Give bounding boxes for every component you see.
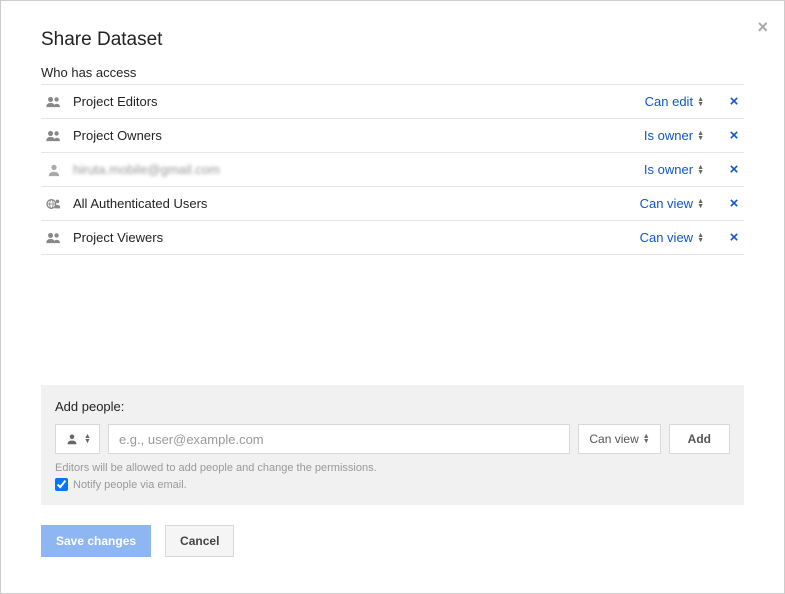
notify-label: Notify people via email. [73,479,187,491]
permission-label: Can view [640,196,693,211]
access-section-label: Who has access [41,65,744,80]
access-row: Project EditorsCan edit ▲▼ × [41,85,744,119]
sort-icon: ▲▼ [84,434,91,444]
sort-icon: ▲▼ [697,199,704,209]
add-people-label: Add people: [55,399,730,414]
entity-type-selector[interactable]: ▲▼ [55,424,100,454]
email-input[interactable] [108,424,570,454]
person-icon [64,433,80,445]
remove-icon[interactable]: × [728,229,740,246]
share-dialog: × Share Dataset Who has access Project E… [1,1,784,577]
permission-selector[interactable]: Can view ▲▼ [640,196,704,211]
access-row: Project ViewersCan view ▲▼ × [41,221,744,255]
remove-icon[interactable]: × [728,161,740,178]
access-row: Project OwnersIs owner ▲▼ × [41,119,744,153]
access-row: All Authenticated UsersCan view ▲▼ × [41,187,744,221]
cancel-button[interactable]: Cancel [165,525,234,557]
sort-icon: ▲▼ [697,131,704,141]
add-people-row: ▲▼ Can view ▲▼ Add [55,424,730,454]
person-icon [45,163,63,177]
permission-label: Can view [640,230,693,245]
access-list: Project EditorsCan edit▲▼×Project Owners… [41,84,744,255]
save-button[interactable]: Save changes [41,525,151,557]
notify-row: Notify people via email. [55,478,730,491]
remove-icon[interactable]: × [728,195,740,212]
close-icon[interactable]: × [757,17,768,38]
permission-label: Is owner [644,162,693,177]
globe-icon [45,197,63,211]
notify-checkbox[interactable] [55,478,68,491]
access-name: All Authenticated Users [73,196,640,211]
sort-icon: ▲▼ [697,233,704,243]
permission-selector[interactable]: Can view ▲▼ [640,230,704,245]
add-button[interactable]: Add [669,424,730,454]
access-name: hiruta.mobile@gmail.com [73,162,644,177]
permission-dropdown[interactable]: Can view ▲▼ [578,424,660,454]
permission-label: Is owner [644,128,693,143]
sort-icon: ▲▼ [697,165,704,175]
access-name: Project Viewers [73,230,640,245]
permission-selector[interactable]: Can edit ▲▼ [645,94,704,109]
group-icon [45,129,63,143]
group-icon [45,95,63,109]
sort-icon: ▲▼ [697,97,704,107]
sort-icon: ▲▼ [643,434,650,444]
access-row: hiruta.mobile@gmail.comIs owner ▲▼ × [41,153,744,187]
dialog-title: Share Dataset [41,29,744,51]
add-people-section: Add people: ▲▼ Can view ▲▼ Add Editors w… [41,385,744,505]
remove-icon[interactable]: × [728,127,740,144]
permission-selector[interactable]: Is owner ▲▼ [644,128,704,143]
button-row: Save changes Cancel [41,525,744,557]
permission-dropdown-label: Can view [589,432,638,446]
access-name: Project Editors [73,94,645,109]
group-icon [45,231,63,245]
helper-text: Editors will be allowed to add people an… [55,462,730,474]
permission-label: Can edit [645,94,693,109]
remove-icon[interactable]: × [728,93,740,110]
access-name: Project Owners [73,128,644,143]
permission-selector[interactable]: Is owner ▲▼ [644,162,704,177]
